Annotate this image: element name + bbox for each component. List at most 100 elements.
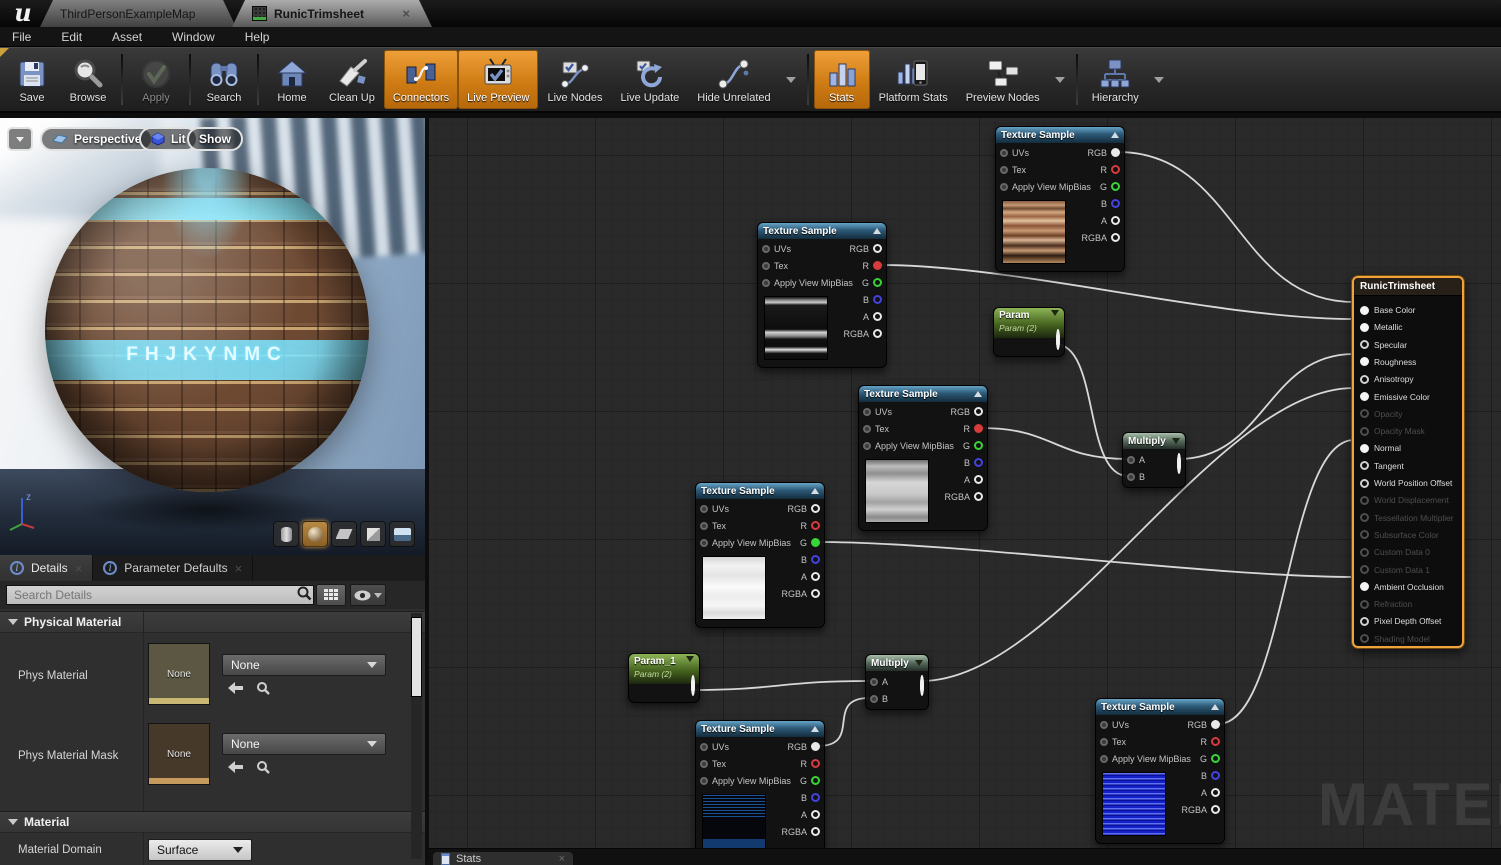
view-options-button[interactable] (350, 584, 386, 606)
material-result-node[interactable]: RunicTrimsheet Base Color Metallic Specular… (1352, 276, 1464, 648)
phys-material-dropdown[interactable]: None (222, 654, 386, 676)
output-pin-rgb[interactable]: RGB (944, 403, 983, 420)
collapse-icon[interactable] (811, 726, 819, 732)
input-pin-uvs[interactable]: UVs (1100, 716, 1191, 733)
collapse-icon[interactable] (1211, 704, 1219, 710)
output-pin-rgba[interactable]: RGBA (944, 488, 983, 505)
material-domain-dropdown[interactable]: Surface (148, 839, 252, 861)
output-pin-r[interactable]: R (1081, 161, 1120, 178)
material-pin-shading-model[interactable]: Shading Model (1360, 631, 1430, 647)
output-pin-rgb[interactable]: RGB (1081, 144, 1120, 161)
output-pin-icon[interactable] (691, 675, 695, 696)
node-header[interactable]: Multiply (1123, 433, 1185, 449)
output-pin-rgb[interactable]: RGB (1181, 716, 1220, 733)
input-pin-tex[interactable]: Tex (762, 257, 853, 274)
material-pin-subsurface-color[interactable]: Subsurface Color (1360, 527, 1439, 543)
param-node[interactable]: Param Param (2) (993, 307, 1065, 357)
output-pin-r[interactable]: R (781, 517, 820, 534)
material-pin-anisotropy[interactable]: Anisotropy (1360, 371, 1414, 387)
tab-details[interactable]: i Details × (0, 555, 94, 581)
preview-shape-cylinder-button[interactable] (273, 521, 299, 547)
material-pin-world-position-offset[interactable]: World Position Offset (1360, 475, 1452, 491)
material-pin-custom-data-1[interactable]: Custom Data 1 (1360, 562, 1430, 578)
browse-to-asset-icon[interactable] (256, 681, 270, 695)
input-pin-apply-view-mipbias[interactable]: Apply View MipBias (762, 274, 853, 291)
output-pin-b[interactable]: B (781, 551, 820, 568)
phys-material-thumbnail[interactable]: None (148, 643, 210, 705)
output-pin-a[interactable]: A (1081, 212, 1120, 229)
material-pin-pixel-depth-offset[interactable]: Pixel Depth Offset (1360, 613, 1441, 629)
input-pin-uvs[interactable]: UVs (863, 403, 954, 420)
output-pin-rgb[interactable]: RGB (781, 500, 820, 517)
input-pin-a[interactable]: A (870, 673, 888, 690)
preview-sphere[interactable]: FHJKYNMC (45, 168, 369, 492)
output-pin-r[interactable]: R (843, 257, 882, 274)
close-icon[interactable]: × (559, 853, 565, 865)
material-pin-base-color[interactable]: Base Color (1360, 302, 1415, 318)
output-pin-g[interactable]: G (944, 437, 983, 454)
hierarchy-button[interactable]: Hierarchy (1083, 50, 1148, 109)
search-details-input[interactable] (6, 585, 314, 605)
node-header[interactable]: Texture Sample (996, 127, 1124, 143)
home-button[interactable]: Home (264, 50, 320, 109)
material-pin-roughness[interactable]: Roughness (1360, 354, 1416, 370)
menu-asset[interactable]: Asset (112, 30, 142, 44)
node-header[interactable]: Texture Sample (696, 721, 824, 737)
node-header[interactable]: Texture Sample (859, 386, 987, 402)
output-pin-a[interactable]: A (944, 471, 983, 488)
output-pin-a[interactable]: A (781, 568, 820, 585)
browse-to-asset-icon[interactable] (256, 760, 270, 774)
multiply-node[interactable]: Multiply A B (1122, 432, 1186, 488)
hide-unrelated-dropdown-caret-icon[interactable] (785, 76, 796, 83)
material-pin-ambient-occlusion[interactable]: Ambient Occlusion (1360, 579, 1444, 595)
multiply-node[interactable]: Multiply A B (865, 654, 929, 710)
preview-shape-plane-button[interactable] (331, 521, 357, 547)
texture-sample-node[interactable]: Texture Sample UVs Tex Apply View MipBias RG… (695, 482, 825, 628)
save-button[interactable]: Save (4, 50, 60, 109)
output-pin-a[interactable]: A (843, 308, 882, 325)
input-pin-tex[interactable]: Tex (700, 755, 791, 772)
output-pin-icon[interactable] (1056, 329, 1060, 350)
browse-button[interactable]: Browse (60, 50, 116, 109)
input-pin-b[interactable]: B (1127, 468, 1145, 485)
node-header[interactable]: Texture Sample (1096, 699, 1224, 715)
tab-runictrimsheet[interactable]: RunicTrimsheet × (232, 0, 432, 27)
collapse-icon[interactable] (811, 488, 819, 494)
collapse-icon[interactable] (873, 228, 881, 234)
node-header[interactable]: Texture Sample (758, 223, 886, 239)
output-pin-b[interactable]: B (1081, 195, 1120, 212)
output-pin-g[interactable]: G (1081, 178, 1120, 195)
output-pin-icon[interactable] (920, 675, 924, 696)
preview-background-toggle-button[interactable] (389, 521, 415, 547)
hide-unrelated-button[interactable]: Hide Unrelated (688, 50, 779, 109)
output-pin-r[interactable]: R (781, 755, 820, 772)
node-header[interactable]: Multiply (866, 655, 928, 671)
input-pin-b[interactable]: B (870, 690, 888, 707)
output-pin-r[interactable]: R (944, 420, 983, 437)
material-pin-tangent[interactable]: Tangent (1360, 458, 1404, 474)
collapse-icon[interactable] (1111, 132, 1119, 138)
connectors-button[interactable]: Connectors (383, 50, 459, 109)
collapse-icon[interactable] (1172, 438, 1180, 444)
param-node[interactable]: Param_1 Param (2) (628, 653, 700, 703)
node-header[interactable]: Texture Sample (696, 483, 824, 499)
output-pin-rgba[interactable]: RGBA (781, 823, 820, 840)
output-pin-g[interactable]: G (781, 772, 820, 789)
scrollbar-thumb[interactable] (411, 617, 422, 697)
material-pin-emissive-color[interactable]: Emissive Color (1360, 389, 1430, 405)
output-pin-icon[interactable] (1177, 453, 1181, 474)
node-header[interactable]: RunicTrimsheet (1354, 278, 1462, 296)
output-pin-rgb[interactable]: RGB (843, 240, 882, 257)
input-pin-uvs[interactable]: UVs (1000, 144, 1091, 161)
menu-help[interactable]: Help (245, 30, 270, 44)
output-pin-rgba[interactable]: RGBA (1081, 229, 1120, 246)
material-pin-custom-data-0[interactable]: Custom Data 0 (1360, 544, 1430, 560)
phys-material-mask-dropdown[interactable]: None (222, 733, 386, 755)
stats-button[interactable]: Stats (813, 50, 870, 109)
output-pin-rgba[interactable]: RGBA (1181, 801, 1220, 818)
section-physical-material[interactable]: Physical Material (0, 611, 425, 633)
menu-file[interactable]: File (12, 30, 31, 44)
tab-parameter-defaults[interactable]: i Parameter Defaults × (93, 555, 254, 581)
input-pin-apply-view-mipbias[interactable]: Apply View MipBias (700, 772, 791, 789)
use-selected-arrow-icon[interactable] (228, 761, 244, 773)
